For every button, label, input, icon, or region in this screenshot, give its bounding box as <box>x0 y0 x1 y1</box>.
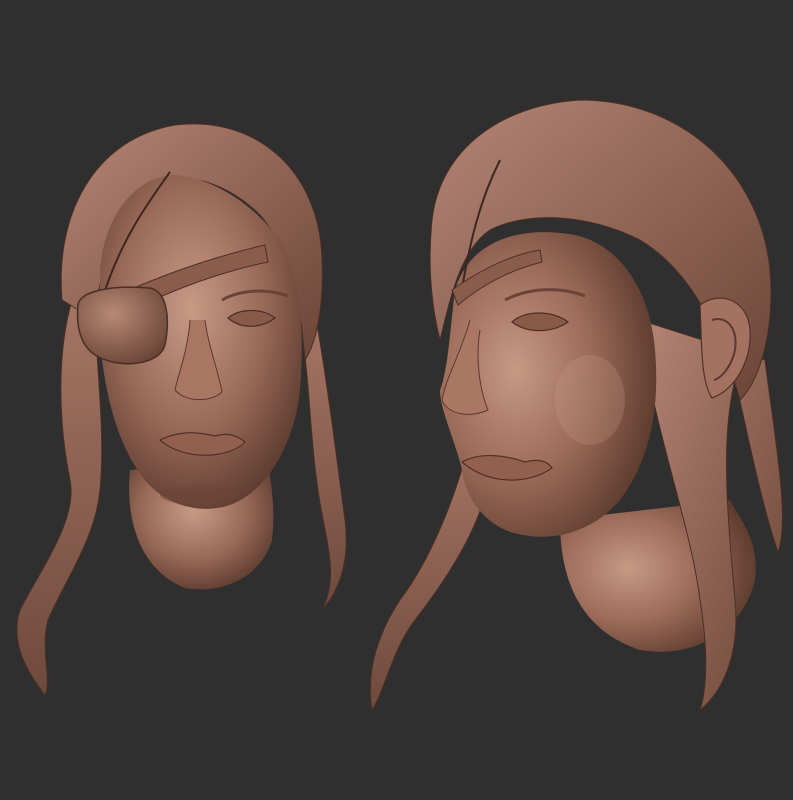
viewport-canvas <box>0 0 793 800</box>
hair-strand-left <box>16 299 103 696</box>
head-front-view <box>16 123 347 696</box>
hair-strand-right <box>299 319 347 611</box>
sculpt-render <box>16 99 783 712</box>
cheek-highlight <box>555 355 625 445</box>
head-three-quarter-view <box>369 99 783 712</box>
eye-patch <box>76 286 169 365</box>
chin-shadow <box>160 485 240 505</box>
